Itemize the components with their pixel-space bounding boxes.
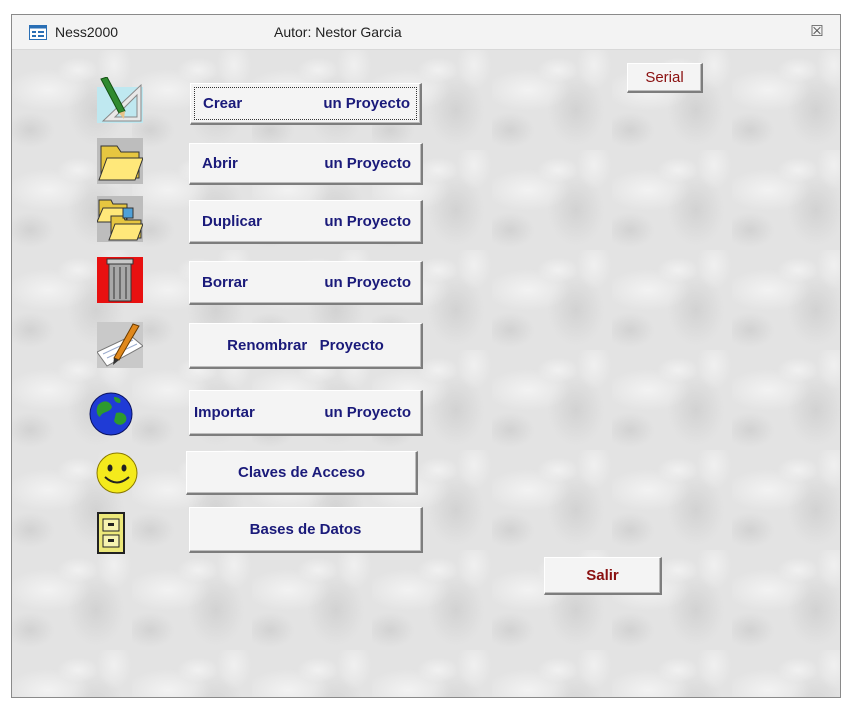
serial-label: Serial	[645, 69, 684, 86]
folder-icon	[97, 138, 143, 184]
close-icon[interactable]: ☒	[808, 23, 826, 41]
claves-acceso-button[interactable]: Claves de Acceso	[186, 451, 418, 495]
app-window: Ness2000 Autor: Nestor Garcia ☒ Serial C…	[11, 14, 841, 698]
importar-proyecto-button[interactable]: Importar un Proyecto	[189, 390, 423, 436]
salir-label: Salir	[586, 567, 619, 584]
crear-verb-label: Crear	[203, 95, 243, 112]
trash-can-icon	[97, 257, 143, 303]
pencil-ruler-icon	[97, 77, 143, 123]
renombrar-proyecto-button[interactable]: Renombrar Proyecto	[189, 323, 423, 369]
smiley-icon	[96, 452, 138, 494]
abrir-verb-label: Abrir	[202, 155, 238, 172]
main-form: Serial Crear un Proyecto Abrir un Proyec…	[12, 50, 840, 697]
duplicar-proyecto-button[interactable]: Duplicar un Proyecto	[189, 200, 423, 244]
window-title: Ness2000	[55, 24, 119, 40]
salir-button[interactable]: Salir	[544, 557, 662, 595]
duplicar-rest-label: un Proyecto	[324, 213, 411, 230]
importar-rest-label: un Proyecto	[324, 404, 411, 421]
duplicate-folders-icon	[97, 196, 143, 242]
form-icon	[29, 25, 47, 40]
claves-label: Claves de Acceso	[237, 464, 366, 481]
borrar-verb-label: Borrar	[202, 274, 248, 291]
borrar-proyecto-button[interactable]: Borrar un Proyecto	[189, 261, 423, 305]
borrar-rest-label: un Proyecto	[324, 274, 411, 291]
renombrar-label: Renombrar Proyecto	[227, 337, 384, 354]
duplicar-verb-label: Duplicar	[202, 213, 263, 230]
crear-proyecto-button[interactable]: Crear un Proyecto	[190, 83, 422, 125]
paper-pencil-icon	[97, 322, 143, 368]
crear-rest-label: un Proyecto	[323, 95, 410, 112]
globe-icon	[89, 392, 133, 436]
file-cabinet-icon	[97, 512, 125, 554]
importar-verb-label: Importar	[194, 404, 255, 421]
abrir-rest-label: un Proyecto	[324, 155, 411, 172]
serial-button[interactable]: Serial	[627, 63, 703, 93]
abrir-proyecto-button[interactable]: Abrir un Proyecto	[189, 143, 423, 185]
title-bar: Ness2000 Autor: Nestor Garcia ☒	[12, 15, 840, 50]
author-label: Autor: Nestor Garcia	[274, 24, 402, 40]
bases-label: Bases de Datos	[249, 521, 362, 538]
bases-datos-button[interactable]: Bases de Datos	[189, 507, 423, 553]
